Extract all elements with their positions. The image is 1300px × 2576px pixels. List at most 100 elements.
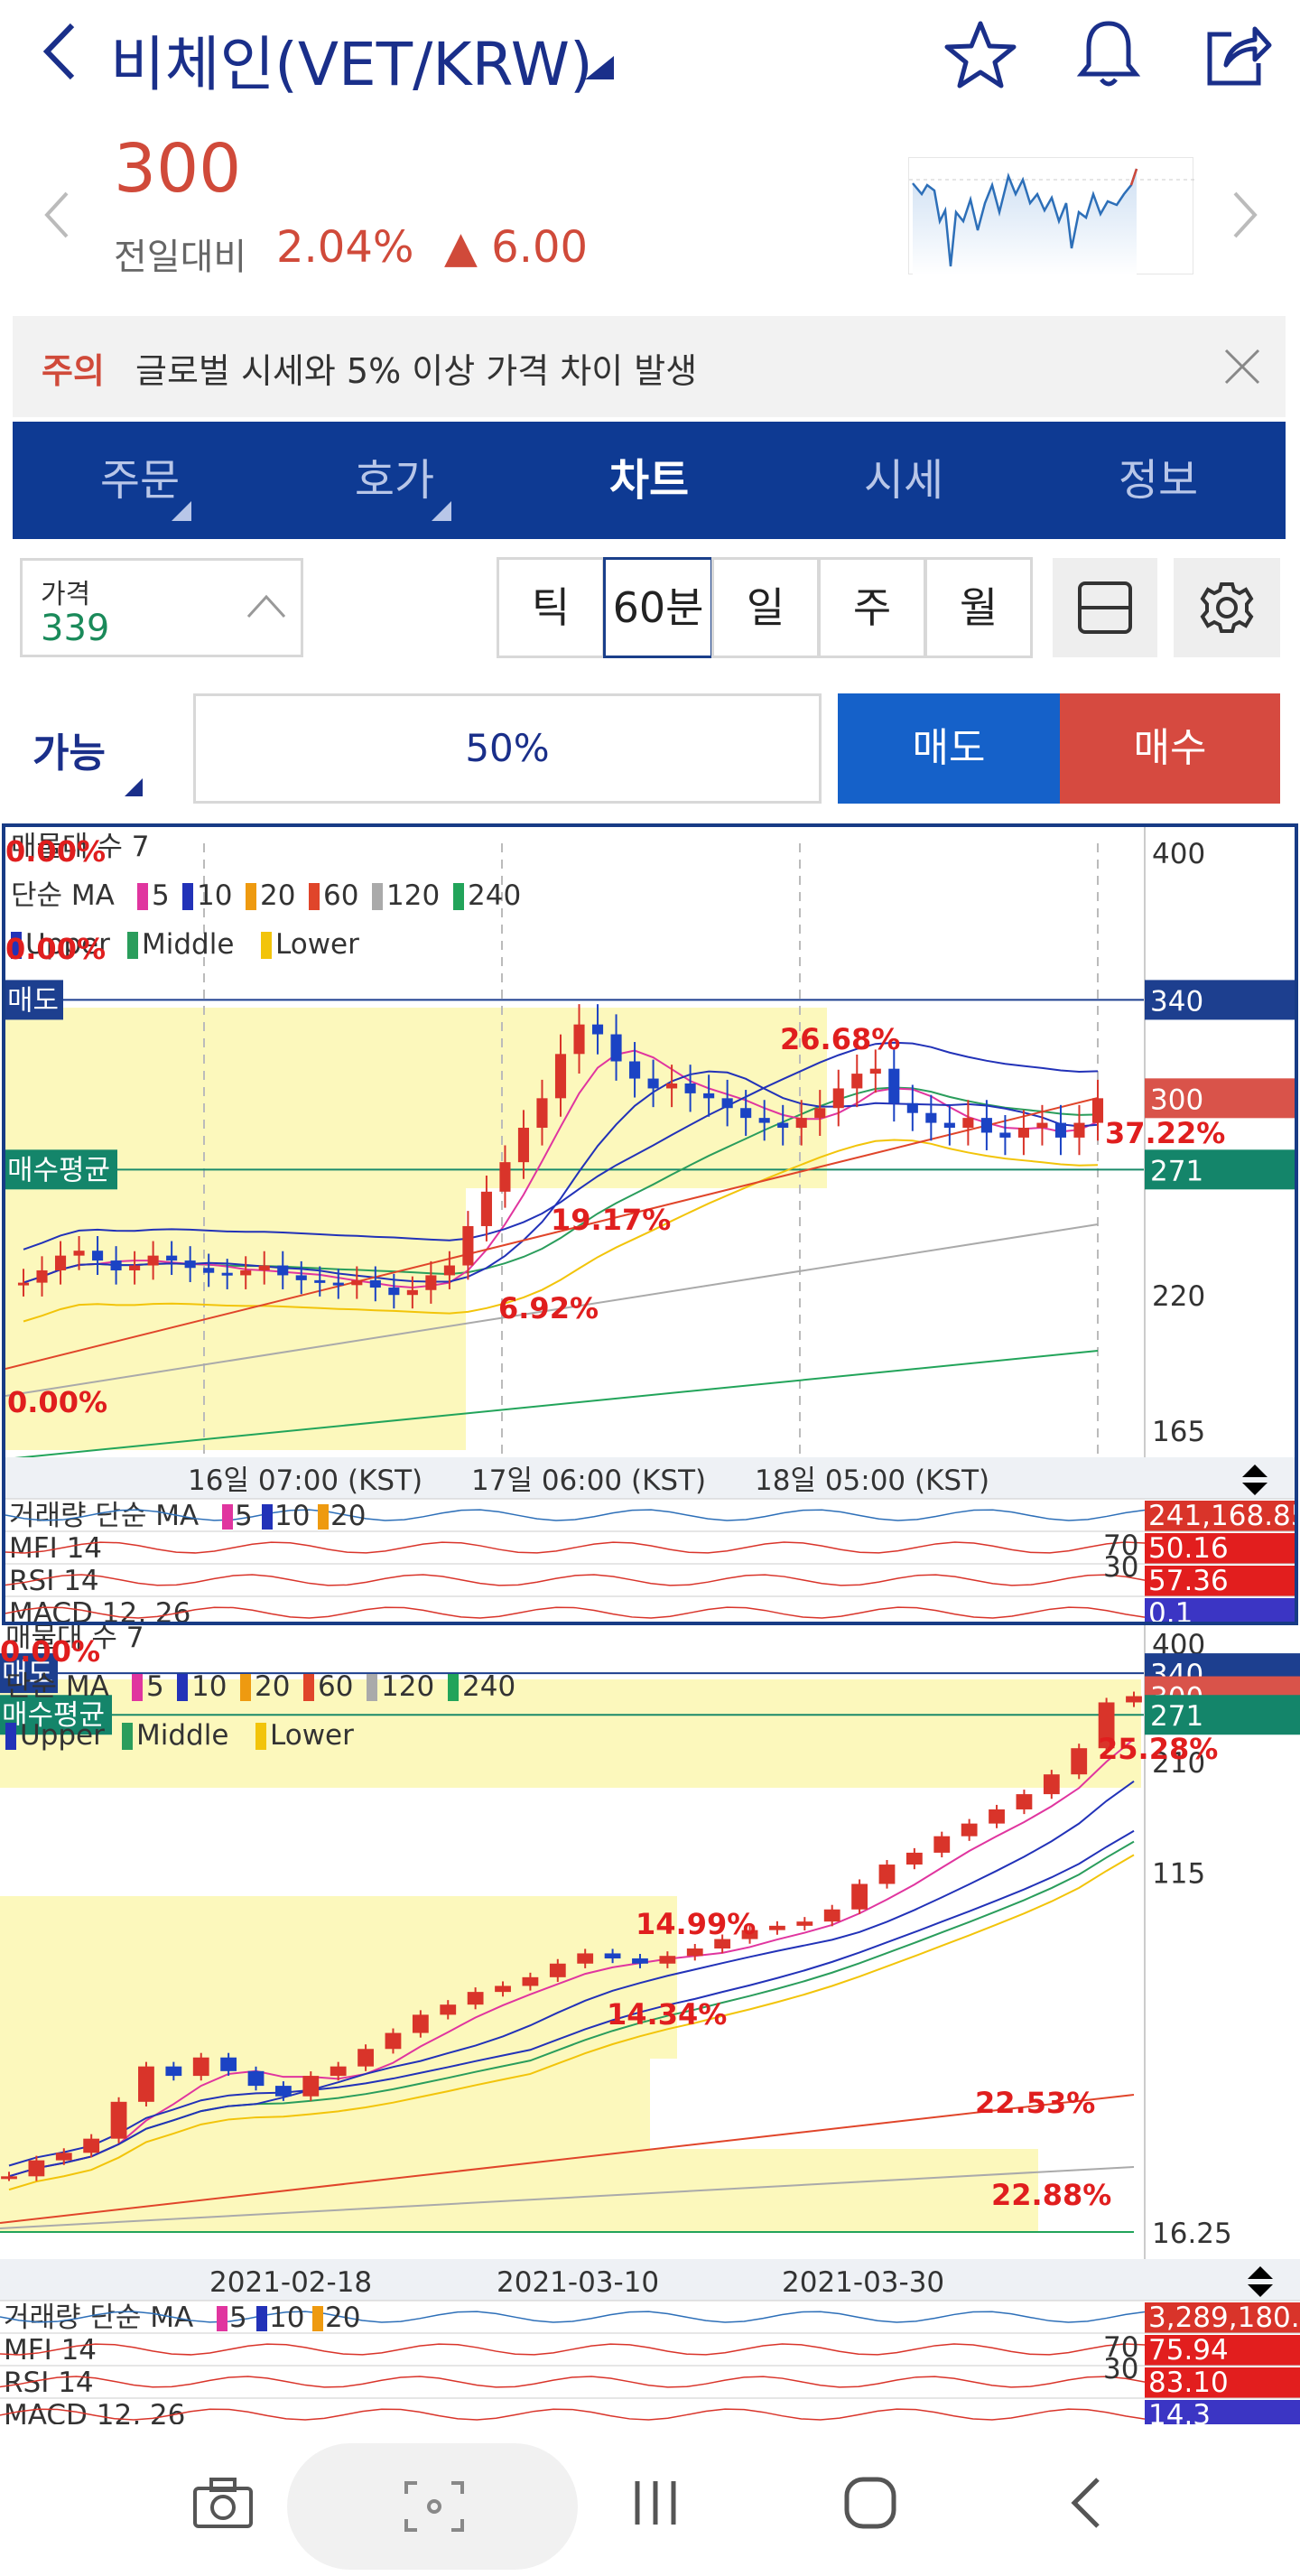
change-amount: ▲ 6.00 xyxy=(444,222,589,273)
share-icon[interactable] xyxy=(1201,18,1273,90)
candle-body xyxy=(925,1112,937,1123)
candle-body xyxy=(851,1883,868,1910)
candle-body xyxy=(1016,1794,1033,1809)
tab-chart[interactable]: 차트 xyxy=(522,422,776,539)
bb-legend-label: Middle xyxy=(136,1719,228,1752)
candle-body xyxy=(92,1251,104,1261)
volume-profile-percent: 14.34% xyxy=(607,1997,727,2032)
settings-gear-icon[interactable] xyxy=(1174,558,1280,657)
candle-body xyxy=(1,2176,17,2180)
layout-toggle-icon[interactable] xyxy=(1053,558,1157,657)
indicator-value: 75.94 xyxy=(1148,2334,1229,2367)
hourly-chart-canvas[interactable]: 400220165340300271매도매수평균매물대 수 7단순 MA 5 10 2… xyxy=(5,827,1295,1622)
indicator-label: RSI 14 xyxy=(4,2367,94,2399)
next-coin-icon[interactable] xyxy=(1231,190,1258,240)
y-tick-label: 115 xyxy=(1152,1858,1205,1891)
daily-chart-canvas[interactable]: 40021011516.25340300271매도매수평균매물대 수 7단순 M… xyxy=(0,1625,1300,2424)
ma-period-label: 240 xyxy=(462,1670,515,1703)
candle-body xyxy=(536,1098,548,1129)
candle-body xyxy=(1054,1122,1067,1138)
back-icon[interactable] xyxy=(1067,2476,1103,2530)
candle-body xyxy=(851,1074,863,1089)
candle-body xyxy=(330,2066,347,2077)
price-tag-label: 340 xyxy=(1150,985,1203,1018)
candle-body xyxy=(869,1068,881,1074)
star-icon[interactable] xyxy=(943,18,1017,92)
candle-body xyxy=(878,1865,896,1884)
page-title[interactable]: 비체인(VET/KRW) xyxy=(110,16,593,103)
indicator-value: 241,168.859 xyxy=(1148,1500,1295,1532)
ma-color-swatch xyxy=(240,1674,251,1701)
candle-body xyxy=(192,2057,209,2077)
volume-profile-percent: 0.00% xyxy=(0,1634,100,1669)
notice-text: 글로벌 시세와 5% 이상 가격 차이 발생 xyxy=(135,351,698,391)
period-week[interactable]: 주 xyxy=(818,557,926,658)
prev-coin-icon[interactable] xyxy=(43,190,70,240)
quantity-field[interactable]: 50% xyxy=(193,693,822,804)
buy-button-label: 매수 xyxy=(1133,725,1207,771)
sell-button[interactable]: 매도 xyxy=(838,693,1060,804)
volume-profile-percent: 19.17% xyxy=(551,1203,671,1237)
chevron-up-icon[interactable] xyxy=(246,593,286,618)
candle-body xyxy=(166,1255,178,1261)
close-icon[interactable] xyxy=(1222,347,1262,386)
system-nav-bar xyxy=(0,2438,1300,2576)
x-tick-label: 18일 05:00 (KST) xyxy=(755,1465,989,1497)
candle-body xyxy=(138,2066,154,2102)
bb-legend-label: Lower xyxy=(275,928,359,961)
buy-button[interactable]: 매수 xyxy=(1060,693,1280,804)
candle-body xyxy=(703,1093,715,1099)
ma-period-label: 5 xyxy=(146,1670,164,1703)
hourly-chart[interactable]: 400 220 165 340 300 271 매도 매수평균 매물대 수 7 단순 MA 5 10 2… xyxy=(2,823,1298,1625)
volume-profile-percent: 0.00% xyxy=(5,932,106,966)
candle-body xyxy=(165,2066,182,2077)
capture-pill[interactable] xyxy=(287,2443,578,2570)
candle-body xyxy=(604,1953,621,1959)
tab-info[interactable]: 정보 xyxy=(1031,422,1286,539)
bb-color-swatch xyxy=(255,1723,266,1750)
bell-icon[interactable] xyxy=(1074,16,1143,92)
daily-chart[interactable]: 40021011516.25340300271매도매수평균매물대 수 7단순 M… xyxy=(0,1625,1300,2424)
candle-body xyxy=(295,1275,307,1280)
sell-button-label: 매도 xyxy=(912,725,986,771)
y-tick-label: 400 xyxy=(1152,838,1205,870)
title-dropdown-icon[interactable] xyxy=(585,56,614,79)
candle-body xyxy=(980,1118,992,1133)
candle-body xyxy=(999,1132,1011,1138)
indicator-value: 57.36 xyxy=(1148,1565,1229,1597)
available-label[interactable]: 가능 xyxy=(32,721,106,778)
candle-body xyxy=(549,1963,566,1977)
recents-icon[interactable] xyxy=(628,2476,682,2530)
price-box[interactable]: 가격 339 xyxy=(20,558,303,657)
home-icon[interactable] xyxy=(841,2474,899,2532)
period-day[interactable]: 일 xyxy=(711,557,820,658)
back-arrow-icon[interactable] xyxy=(36,20,81,83)
candle-body xyxy=(385,2032,402,2050)
ma-color-swatch xyxy=(453,883,464,910)
candle-body xyxy=(495,1985,511,1993)
candle-body xyxy=(943,1122,955,1129)
period-tick[interactable]: 틱 xyxy=(497,557,605,658)
camera-icon[interactable] xyxy=(191,2476,255,2530)
tab-order[interactable]: 주문 xyxy=(13,422,267,539)
candle-body xyxy=(814,1108,826,1119)
candle-body xyxy=(610,1034,622,1062)
ma-period-label: 60 xyxy=(323,879,358,912)
indicator-label: MACD 12, 26 xyxy=(4,2399,185,2424)
candle-body xyxy=(962,1118,974,1129)
period-60min[interactable]: 60분 xyxy=(603,557,713,658)
sell-tag-label: 매도 xyxy=(7,984,59,1017)
price-tag-label: 271 xyxy=(1150,1700,1203,1733)
tab-orderbook[interactable]: 호가 xyxy=(267,422,522,539)
tab-quotes[interactable]: 시세 xyxy=(776,422,1031,539)
ma-color-swatch xyxy=(448,1674,459,1701)
candle-body xyxy=(777,1122,789,1129)
candle-body xyxy=(28,2160,45,2177)
capture-icon[interactable] xyxy=(403,2479,466,2534)
candle-body xyxy=(832,1088,844,1109)
candle-body xyxy=(1043,1774,1060,1795)
period-month[interactable]: 월 xyxy=(924,557,1033,658)
indicator-label: 거래량 단순 MA xyxy=(4,2302,193,2334)
indicator-value: 83.10 xyxy=(1148,2367,1229,2399)
candle-body xyxy=(425,1275,437,1290)
